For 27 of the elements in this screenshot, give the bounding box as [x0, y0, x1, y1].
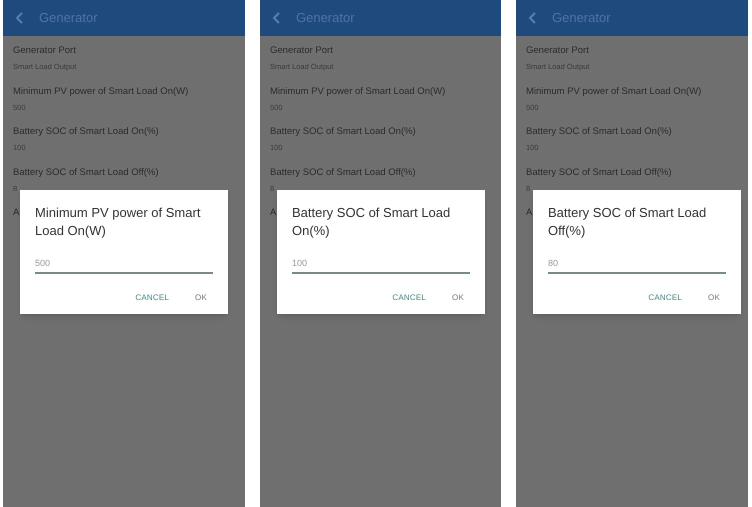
- dialog-title: Minimum PV power of Smart Load On(W): [35, 204, 202, 240]
- setting-label[interactable]: Battery SOC of Smart Load Off(%): [526, 166, 738, 180]
- input-field[interactable]: 500: [35, 254, 213, 274]
- setting-label[interactable]: Battery SOC of Smart Load Off(%): [13, 166, 235, 180]
- dialog-title: Battery SOC of Smart Load Off(%): [548, 204, 708, 240]
- input-field[interactable]: 80: [548, 254, 726, 274]
- setting-label[interactable]: Minimum PV power of Smart Load On(W): [13, 84, 235, 99]
- dialog-button[interactable]: OK: [195, 292, 207, 304]
- setting-label[interactable]: Minimum PV power of Smart Load On(W): [526, 84, 738, 99]
- back-icon[interactable]: [528, 12, 536, 24]
- dialog-button[interactable]: CANCEL: [135, 292, 170, 304]
- back-icon[interactable]: [272, 12, 280, 24]
- setting-label[interactable]: Generator Port: [526, 44, 738, 58]
- setting-label[interactable]: Generator Port: [13, 44, 235, 58]
- setting-label[interactable]: Battery SOC of Smart Load On(%): [526, 125, 738, 140]
- dialog-button[interactable]: OK: [452, 292, 464, 304]
- setting-label[interactable]: Battery SOC of Smart Load Off(%): [270, 166, 491, 180]
- setting-label[interactable]: Generator Port: [270, 44, 491, 58]
- setting-label[interactable]: Battery SOC of Smart Load On(%): [13, 125, 235, 140]
- dialog-title: Battery SOC of Smart Load On(%): [292, 204, 452, 240]
- back-icon[interactable]: [15, 12, 23, 24]
- dialog-button[interactable]: OK: [708, 292, 720, 304]
- setting-label[interactable]: Battery SOC of Smart Load On(%): [270, 125, 491, 140]
- dialog-button[interactable]: CANCEL: [648, 292, 682, 304]
- input-field[interactable]: 100: [292, 254, 470, 274]
- setting-label[interactable]: Minimum PV power of Smart Load On(W): [270, 84, 491, 99]
- dialog-button[interactable]: CANCEL: [392, 292, 426, 304]
